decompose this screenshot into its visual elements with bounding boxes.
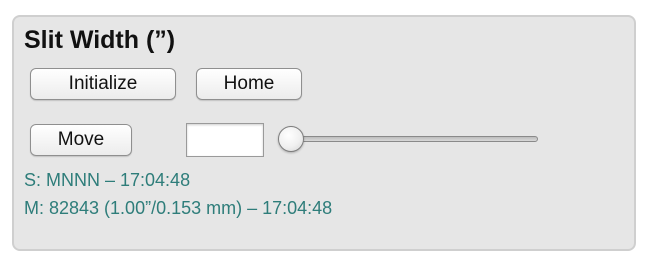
initialize-button[interactable]: Initialize bbox=[30, 68, 176, 100]
move-button[interactable]: Move bbox=[30, 124, 132, 156]
home-button[interactable]: Home bbox=[196, 68, 302, 100]
slit-width-slider[interactable] bbox=[278, 126, 538, 152]
slit-width-input[interactable] bbox=[186, 123, 264, 157]
status-line-m: M: 82843 (1.00”/0.153 mm) – 17:04:48 bbox=[24, 198, 333, 218]
panel-title: Slit Width (”) bbox=[24, 26, 176, 54]
status-line-s: S: MNNN – 17:04:48 bbox=[24, 170, 191, 190]
slider-thumb[interactable] bbox=[278, 126, 304, 152]
slider-track[interactable] bbox=[286, 136, 538, 142]
